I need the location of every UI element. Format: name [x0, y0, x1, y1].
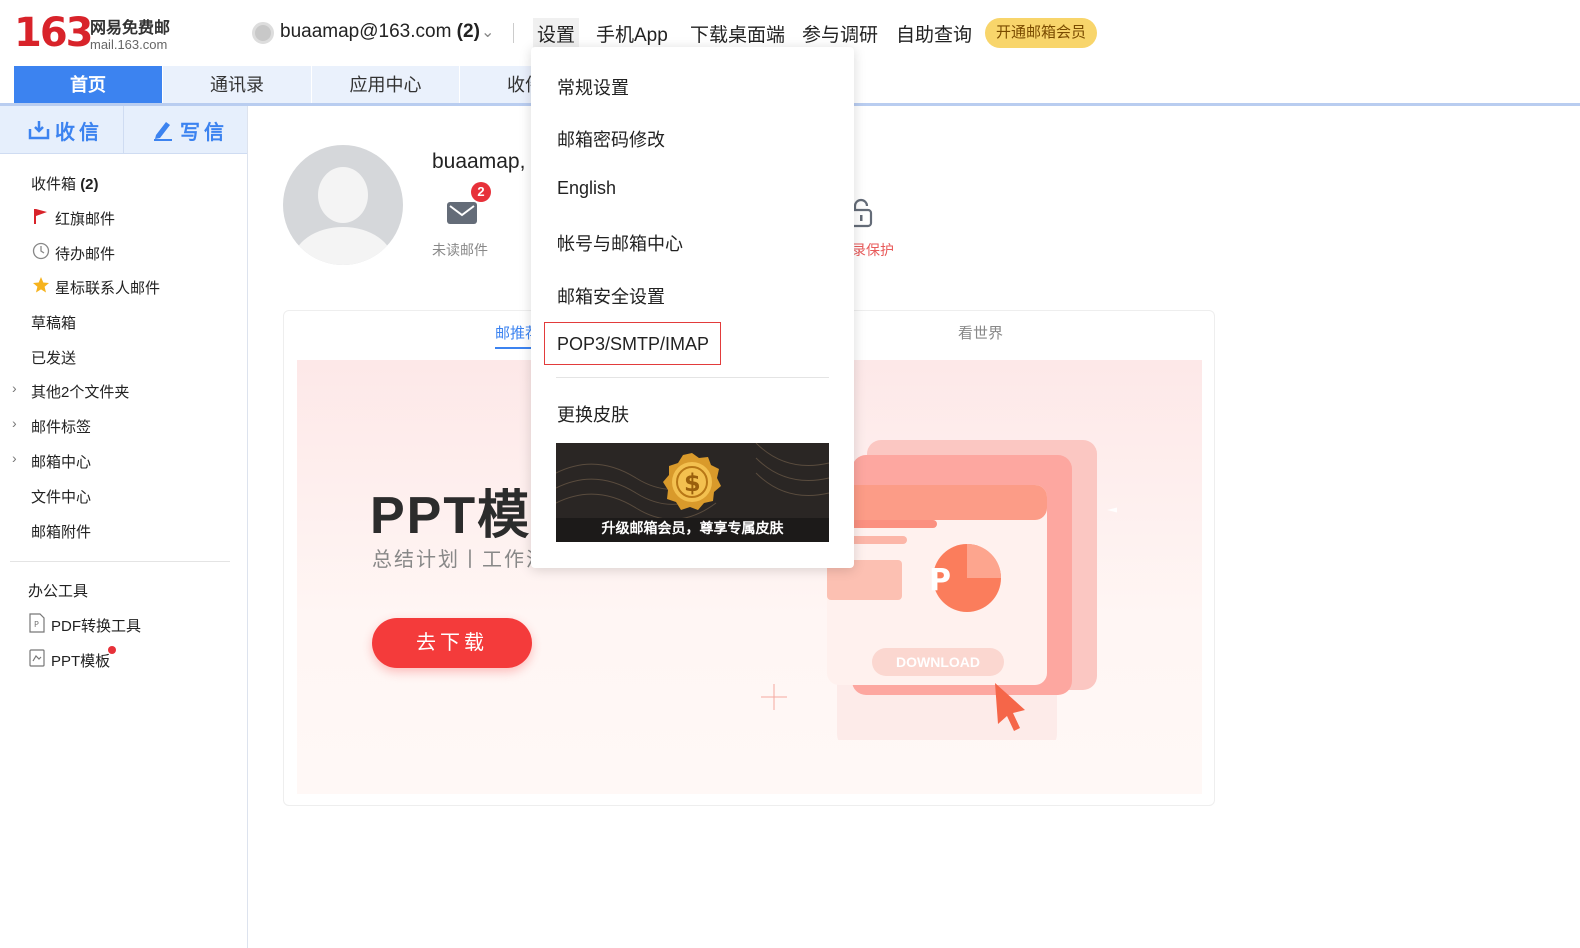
sidebar-item-drafts[interactable]: 草稿箱 — [31, 312, 76, 333]
nav-desktop-download[interactable]: 下载桌面端 — [690, 20, 785, 47]
skin-promo-banner[interactable]: $ 升级邮箱会员，尊享专属皮肤 — [556, 443, 829, 542]
menu-item-security-settings[interactable]: 邮箱安全设置 — [557, 283, 665, 309]
menu-item-change-skin[interactable]: 更换皮肤 — [557, 401, 629, 427]
svg-text:$: $ — [684, 469, 701, 497]
sparkle-icon — [761, 684, 787, 710]
sidebar: 收信 写信 收件箱 (2) 红旗邮件 待办邮件 星标联系人邮件 草稿箱 已发送 … — [0, 106, 248, 948]
tab-home[interactable]: 首页 — [14, 66, 162, 104]
banner-title: PPT模 — [370, 487, 532, 545]
red-flag-icon — [34, 209, 47, 224]
chevron-right-icon[interactable]: › — [12, 415, 17, 431]
sidebar-item-mail-center[interactable]: 邮箱中心 — [31, 451, 91, 472]
star-icon — [33, 277, 49, 293]
account-switcher[interactable]: buaamap@163.com (2) — [280, 21, 480, 43]
sidebar-item-attachments[interactable]: 邮箱附件 — [31, 521, 91, 542]
gold-coin-icon: $ — [663, 453, 721, 510]
pdf-file-icon: P — [29, 613, 45, 633]
envelope-icon[interactable] — [446, 198, 478, 226]
svg-text:P: P — [34, 620, 39, 629]
logo-number[interactable]: 163 — [14, 10, 93, 56]
logo-url[interactable]: mail.163.com — [90, 37, 167, 52]
chevron-down-icon[interactable]: ⌄ — [481, 22, 494, 42]
header-divider — [513, 23, 514, 43]
unread-mail-label[interactable]: 未读邮件 — [432, 240, 488, 260]
login-protect-label[interactable]: 录保护 — [852, 240, 894, 260]
clock-icon — [32, 242, 50, 260]
inbox-tray-icon — [28, 121, 50, 140]
skin-promo-text: 升级邮箱会员，尊享专属皮肤 — [601, 520, 784, 536]
sidebar-action-divider — [123, 106, 124, 154]
account-unread-count: (2) — [456, 21, 480, 42]
menu-item-pop3-smtp-imap[interactable]: POP3/SMTP/IMAP — [557, 334, 709, 355]
download-illustration-label: DOWNLOAD — [872, 648, 1004, 676]
sidebar-item-sent[interactable]: 已发送 — [31, 347, 76, 368]
user-avatar[interactable] — [283, 145, 403, 265]
sidebar-item-flagged[interactable]: 红旗邮件 — [55, 208, 115, 229]
nav-self-service[interactable]: 自助查询 — [896, 20, 972, 47]
write-mail-button[interactable]: 写信 — [180, 116, 228, 145]
receive-mail-button[interactable]: 收信 — [55, 116, 103, 145]
user-greeting-name: buaamap, — [432, 150, 526, 173]
sidebar-actions: 收信 写信 — [0, 106, 247, 154]
chevron-right-icon[interactable]: › — [12, 380, 17, 396]
menu-divider — [556, 377, 829, 378]
account-avatar-icon[interactable] — [252, 22, 274, 44]
tab-see-world[interactable]: 看世界 — [958, 322, 1003, 343]
new-dot-badge — [108, 646, 116, 654]
sidebar-item-other-folders[interactable]: 其他2个文件夹 — [31, 381, 129, 402]
account-email: buaamap@163.com — [280, 21, 452, 42]
active-tab-underline — [495, 347, 535, 349]
pen-icon — [154, 122, 172, 141]
unread-badge: 2 — [471, 182, 491, 202]
menu-item-general-settings[interactable]: 常规设置 — [557, 74, 629, 100]
svg-text:P: P — [929, 563, 951, 598]
logo-title[interactable]: 网易免费邮 — [90, 14, 170, 38]
sidebar-item-pdf-tool[interactable]: PDF转换工具 — [51, 615, 141, 636]
tab-app-center[interactable]: 应用中心 — [312, 66, 459, 104]
nav-mobile-app[interactable]: 手机App — [596, 20, 668, 47]
vip-upgrade-button[interactable]: 开通邮箱会员 — [985, 18, 1097, 48]
chevron-right-icon[interactable]: › — [12, 450, 17, 466]
menu-item-account-center[interactable]: 帐号与邮箱中心 — [557, 230, 683, 256]
menu-item-english[interactable]: English — [557, 178, 616, 199]
inbox-count: (2) — [80, 176, 99, 193]
sidebar-item-file-center[interactable]: 文件中心 — [31, 486, 91, 507]
ppt-template-icon — [29, 649, 45, 667]
avatar-head-shape — [318, 167, 368, 223]
sidebar-item-label: 收件箱 — [31, 176, 77, 193]
nav-survey[interactable]: 参与调研 — [802, 20, 878, 47]
sidebar-divider — [10, 561, 230, 562]
sidebar-item-inbox[interactable]: 收件箱 (2) — [31, 173, 99, 194]
sidebar-item-starred[interactable]: 星标联系人邮件 — [55, 277, 160, 298]
avatar-body-shape — [293, 227, 393, 265]
office-tools-title: 办公工具 — [28, 583, 89, 600]
menu-item-change-password[interactable]: 邮箱密码修改 — [557, 126, 665, 152]
sidebar-item-todo[interactable]: 待办邮件 — [55, 243, 115, 264]
go-download-button[interactable]: 去下载 — [372, 618, 532, 668]
banner-subtitle: 总结计划丨工作汇 — [372, 549, 548, 571]
sidebar-item-ppt-template[interactable]: PPT模板 — [51, 650, 110, 671]
nav-settings[interactable]: 设置 — [533, 18, 580, 49]
sidebar-item-mail-tags[interactable]: 邮件标签 — [31, 416, 91, 437]
tab-contacts[interactable]: 通讯录 — [163, 66, 311, 104]
